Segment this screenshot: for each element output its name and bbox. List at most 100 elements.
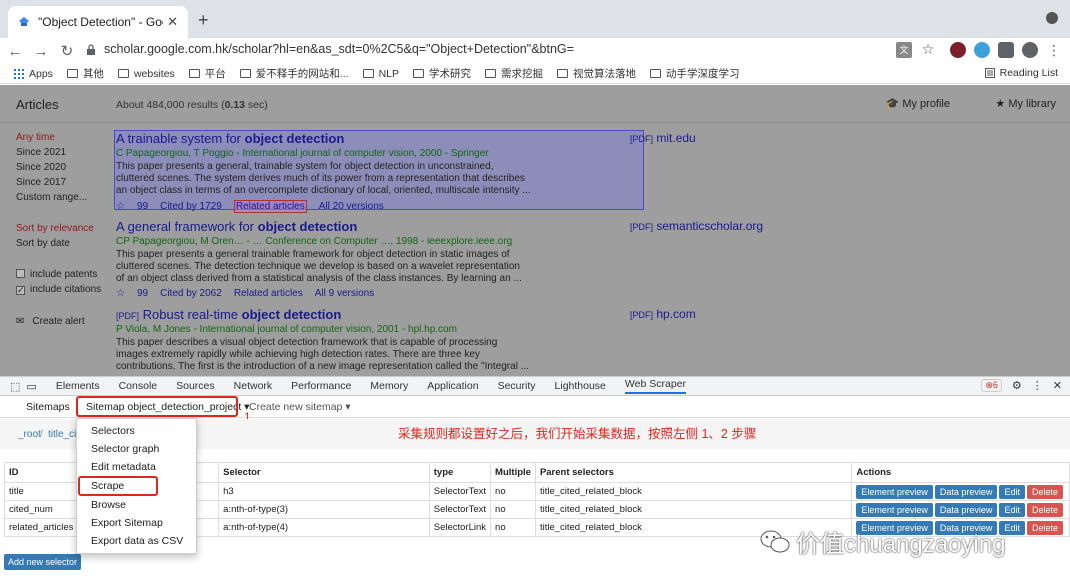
- extension-icon[interactable]: [950, 42, 966, 58]
- filter-custom-range[interactable]: Custom range...: [16, 192, 87, 203]
- bookmark-folder[interactable]: 平台: [188, 66, 226, 81]
- browser-tab[interactable]: "Object Detection" - Google S ✕: [8, 6, 188, 38]
- menu-item-selector-graph[interactable]: Selector graph: [91, 443, 159, 455]
- tab-title: "Object Detection" - Google S: [38, 15, 163, 29]
- edit-button[interactable]: Edit: [999, 502, 1025, 517]
- error-badge[interactable]: ⊗6: [981, 379, 1002, 392]
- devtools-tab[interactable]: Network: [234, 380, 273, 392]
- devtools-tab[interactable]: Elements: [56, 380, 100, 392]
- bookmark-folder[interactable]: 动手学深度学习: [650, 66, 740, 81]
- edit-button[interactable]: Edit: [999, 484, 1025, 499]
- profile-avatar-icon[interactable]: [1022, 42, 1038, 58]
- bookmark-folder[interactable]: 视觉算法落地: [557, 66, 636, 81]
- sort-date[interactable]: Sort by date: [16, 238, 70, 249]
- delete-button[interactable]: Delete: [1026, 502, 1063, 517]
- result-title[interactable]: [PDF] Robust real-time object detection: [116, 307, 636, 322]
- more-options-icon[interactable]: ⋮: [1032, 379, 1043, 392]
- include-citations-checkbox[interactable]: ✓ include citations: [16, 284, 101, 295]
- menu-item-edit-metadata[interactable]: Edit metadata: [91, 461, 156, 473]
- react-extension-icon[interactable]: [974, 42, 990, 58]
- element-preview-button[interactable]: Element preview: [856, 484, 933, 499]
- title-text: A general framework for: [116, 219, 258, 234]
- title-text: A trainable system for: [116, 131, 245, 146]
- include-patents-checkbox[interactable]: include patents: [16, 269, 97, 280]
- record-icon[interactable]: [1046, 12, 1058, 24]
- delete-button[interactable]: Delete: [1026, 520, 1063, 535]
- filter-any-time[interactable]: Any time: [16, 132, 55, 143]
- bookmark-folder[interactable]: 其他: [66, 66, 104, 81]
- cited-by-link[interactable]: Cited by 2062: [160, 288, 222, 299]
- cell-id: related_articles: [3, 518, 79, 537]
- cell-selector: a:nth-of-type(4): [218, 518, 430, 537]
- devtools-tab[interactable]: Performance: [291, 380, 351, 392]
- related-articles-link[interactable]: Related articles: [234, 288, 303, 299]
- cited-by-link[interactable]: Cited by 1729: [160, 201, 222, 212]
- versions-link[interactable]: All 9 versions: [315, 288, 374, 299]
- filter-since-2021[interactable]: Since 2021: [16, 147, 66, 158]
- devtools-tab-web-scraper[interactable]: Web Scraper: [624, 378, 686, 394]
- filter-since-2017[interactable]: Since 2017: [16, 177, 66, 188]
- devtools-tab[interactable]: Sources: [176, 380, 215, 392]
- element-preview-button[interactable]: Element preview: [856, 502, 933, 517]
- bookmark-folder[interactable]: 学术研究: [413, 66, 471, 81]
- folder-icon: [117, 69, 129, 78]
- menu-item-export-sitemap[interactable]: Export Sitemap: [91, 517, 163, 529]
- extensions-puzzle-icon[interactable]: [998, 42, 1014, 58]
- cite-quote-icon[interactable]: 99: [137, 201, 148, 212]
- add-selector-button[interactable]: Add new selector: [4, 554, 82, 570]
- browser-menu-icon[interactable]: ⋮: [1046, 42, 1062, 58]
- sort-relevance[interactable]: Sort by relevance: [16, 223, 94, 234]
- column-header: type: [428, 462, 492, 483]
- breadcrumb-root[interactable]: _root: [18, 429, 41, 440]
- data-preview-button[interactable]: Data preview: [934, 502, 998, 517]
- pdf-link[interactable]: [PDF] mit.edu: [630, 131, 696, 145]
- menu-item-browse[interactable]: Browse: [91, 499, 126, 511]
- reload-button[interactable]: ↻: [56, 42, 78, 60]
- device-toolbar-icon[interactable]: ▭: [26, 380, 36, 393]
- devtools-tab[interactable]: Security: [498, 380, 536, 392]
- related-articles-link[interactable]: Related articles: [233, 200, 307, 213]
- result-title[interactable]: A general framework for object detection: [116, 219, 636, 234]
- translate-icon[interactable]: 文: [896, 42, 912, 58]
- bookmark-star-icon[interactable]: ☆: [920, 42, 936, 58]
- devtools-tab[interactable]: Application: [427, 380, 478, 392]
- create-sitemap-dropdown[interactable]: Create new sitemap ▾: [249, 401, 351, 413]
- sitemaps-tab[interactable]: Sitemaps: [26, 401, 70, 413]
- menu-item-selectors[interactable]: Selectors: [91, 425, 135, 437]
- address-bar[interactable]: scholar.google.com.hk/scholar?hl=en&as_s…: [86, 38, 941, 60]
- delete-button[interactable]: Delete: [1026, 484, 1063, 499]
- save-star-icon[interactable]: ☆: [116, 288, 125, 299]
- bookmark-folder[interactable]: 爱不释手的网站和...: [239, 66, 349, 81]
- pdf-link[interactable]: [PDF] hp.com: [630, 307, 696, 321]
- bookmark-folder[interactable]: 需求挖掘: [485, 66, 543, 81]
- back-button[interactable]: ←: [4, 43, 26, 60]
- versions-link[interactable]: All 20 versions: [319, 201, 384, 212]
- close-devtools-icon[interactable]: ✕: [1053, 379, 1062, 392]
- my-profile-link[interactable]: 🎓 My profile: [886, 97, 950, 110]
- forward-button[interactable]: →: [30, 43, 52, 60]
- pdf-link[interactable]: [PDF] semanticscholar.org: [630, 219, 763, 233]
- save-star-icon[interactable]: ☆: [116, 201, 125, 212]
- apps-bookmark[interactable]: Apps: [14, 68, 53, 80]
- devtools-tab[interactable]: Console: [119, 380, 158, 392]
- devtools-tab[interactable]: Lighthouse: [555, 380, 606, 392]
- result-item: A general framework for object detection…: [116, 219, 636, 299]
- url-text: scholar.google.com.hk/scholar?hl=en&as_s…: [104, 42, 574, 56]
- menu-item-export-csv[interactable]: Export data as CSV: [91, 535, 183, 547]
- reading-list-button[interactable]: Reading List: [984, 67, 1058, 79]
- inspect-element-icon[interactable]: ⬚: [10, 380, 20, 393]
- filter-since-2020[interactable]: Since 2020: [16, 162, 66, 173]
- breadcrumb-child[interactable]: title_cit: [48, 429, 79, 440]
- bookmark-folder[interactable]: websites: [117, 68, 175, 80]
- column-header: Multiple: [490, 462, 536, 483]
- devtools-tab[interactable]: Memory: [370, 380, 408, 392]
- new-tab-button[interactable]: +: [198, 10, 209, 31]
- settings-gear-icon[interactable]: ⚙: [1012, 379, 1022, 392]
- cite-quote-icon[interactable]: 99: [137, 288, 148, 299]
- result-title[interactable]: A trainable system for object detection: [116, 131, 636, 146]
- data-preview-button[interactable]: Data preview: [934, 484, 998, 499]
- tab-close-icon[interactable]: ✕: [167, 14, 178, 30]
- my-library-link[interactable]: ★ My library: [995, 97, 1056, 110]
- bookmark-folder[interactable]: NLP: [362, 68, 399, 80]
- create-alert-link[interactable]: ✉ Create alert: [16, 316, 85, 327]
